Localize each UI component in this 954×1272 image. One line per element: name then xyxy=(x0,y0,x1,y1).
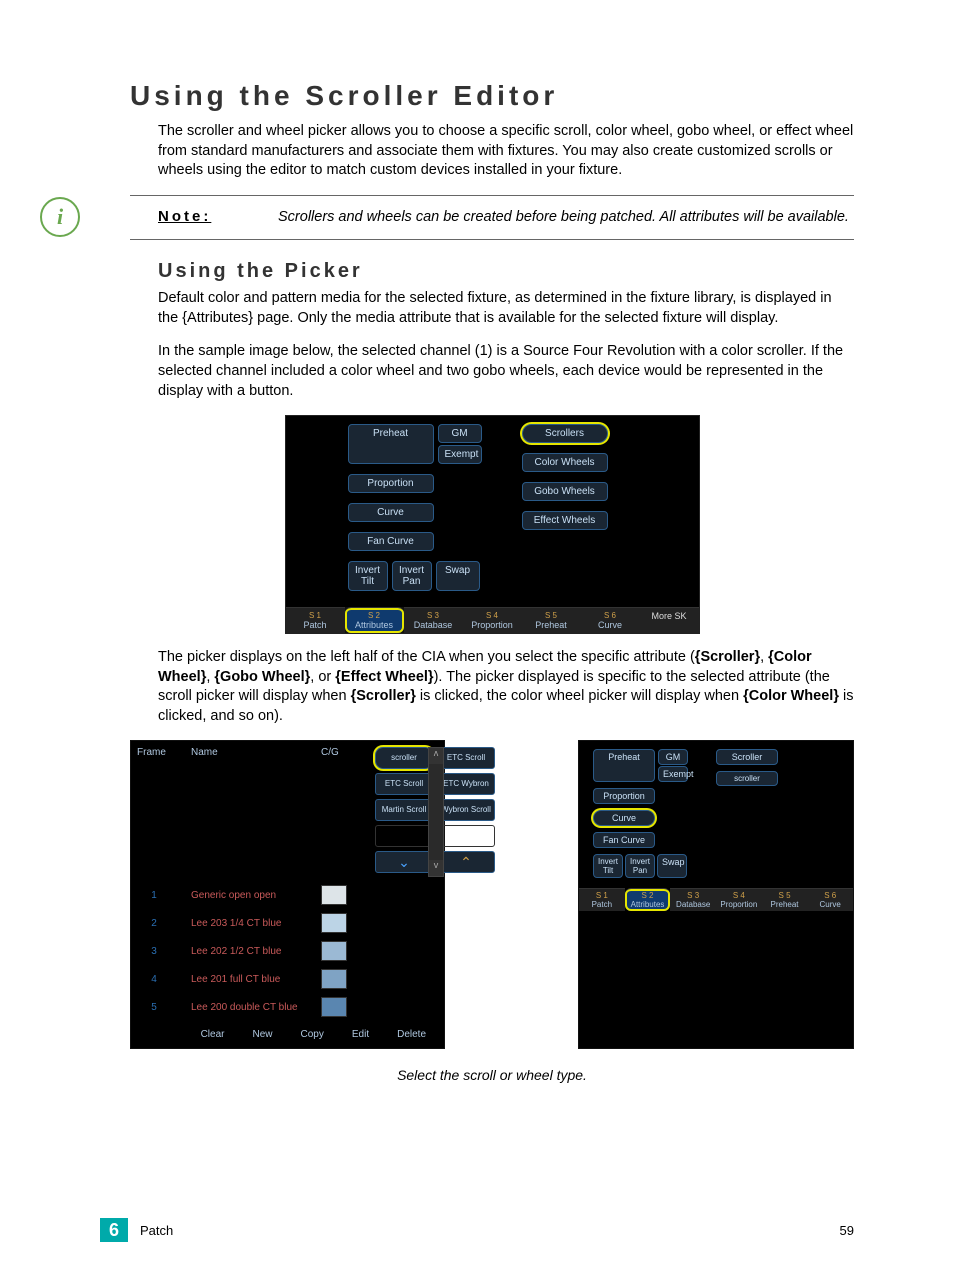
col-head-frame: Frame xyxy=(137,747,171,879)
page-footer: 6 Patch 59 xyxy=(100,1218,854,1242)
grid-scroller[interactable]: scroller xyxy=(375,747,433,769)
scroller-button[interactable]: Scroller xyxy=(716,749,778,765)
scroll-down-icon[interactable]: v xyxy=(429,860,443,876)
intro-paragraph: The scroller and wheel picker allows you… xyxy=(158,122,854,181)
grid-down-icon[interactable]: ⌄ xyxy=(375,851,433,873)
page-title: Using the Scroller Editor xyxy=(130,80,854,112)
table-row: 2Lee 203 1/4 CT blue xyxy=(131,909,444,937)
grid-empty2[interactable] xyxy=(437,825,495,847)
info-icon: i xyxy=(40,197,80,237)
exempt-button[interactable]: Exempt xyxy=(658,766,688,782)
copy-button[interactable]: Copy xyxy=(301,1029,324,1040)
gm-button[interactable]: GM xyxy=(438,424,482,443)
tab-s6[interactable]: S 6Curve xyxy=(581,607,640,633)
tab-s2[interactable]: S 2Attributes xyxy=(345,607,404,633)
col-head-cg: C/G xyxy=(321,747,355,879)
figure-picker-left: Frame Name C/G scroller ETC Scroll ETC S… xyxy=(130,740,445,1049)
scroll-up-icon[interactable]: ʌ xyxy=(429,748,443,764)
edit-button[interactable]: Edit xyxy=(352,1029,369,1040)
chapter-number: 6 xyxy=(100,1218,128,1242)
invert-pan-button[interactable]: Invert Pan xyxy=(392,561,432,591)
swap-button[interactable]: Swap xyxy=(436,561,480,591)
page-number: 59 xyxy=(840,1223,854,1238)
fancurve-button[interactable]: Fan Curve xyxy=(593,832,655,848)
proportion-button[interactable]: Proportion xyxy=(348,474,434,493)
delete-button[interactable]: Delete xyxy=(397,1029,426,1040)
paragraph-3: In the sample image below, the selected … xyxy=(158,342,854,401)
gm-button[interactable]: GM xyxy=(658,749,688,765)
invert-tilt-button[interactable]: Invert Tilt xyxy=(593,854,623,878)
tab-s1[interactable]: S 1Patch xyxy=(286,607,345,633)
figure-attributes-screen: Preheat GM Exempt Proportion Curve Fan C… xyxy=(285,415,700,634)
curve-button[interactable]: Curve xyxy=(348,503,434,522)
tab-s4[interactable]: S 4Proportion xyxy=(463,607,522,633)
new-button[interactable]: New xyxy=(252,1029,272,1040)
preheat-button[interactable]: Preheat xyxy=(348,424,434,464)
preheat-button[interactable]: Preheat xyxy=(593,749,655,782)
scrollers-button[interactable]: Scrollers xyxy=(522,424,608,443)
note-text: Scrollers and wheels can be created befo… xyxy=(278,208,849,228)
grid-martin[interactable]: Martin Scroll xyxy=(375,799,433,821)
figure-picker-right: Preheat GM Exempt Proportion Curve Fan C… xyxy=(578,740,854,1049)
col-head-name: Name xyxy=(191,747,301,879)
tab-s4[interactable]: S 4Proportion xyxy=(716,888,762,911)
gobo-wheels-button[interactable]: Gobo Wheels xyxy=(522,482,608,501)
paragraph-2: Default color and pattern media for the … xyxy=(158,289,854,328)
tab-s6[interactable]: S 6Curve xyxy=(807,888,853,911)
effect-wheels-button[interactable]: Effect Wheels xyxy=(522,511,608,530)
table-row: 5Lee 200 double CT blue xyxy=(131,993,444,1021)
curve-button[interactable]: Curve xyxy=(593,810,655,826)
paragraph-4: The picker displays on the left half of … xyxy=(158,648,854,726)
note-block: i Note: Scrollers and wheels can be crea… xyxy=(130,195,854,241)
swap-button[interactable]: Swap xyxy=(657,854,687,878)
tab-s3[interactable]: S 3Database xyxy=(670,888,716,911)
scrollbar[interactable]: ʌ v xyxy=(428,747,444,877)
invert-pan-button[interactable]: Invert Pan xyxy=(625,854,655,878)
table-row: 3Lee 202 1/2 CT blue xyxy=(131,937,444,965)
grid-wybron1[interactable]: ETC Wybron xyxy=(437,773,495,795)
grid-wybron2[interactable]: Wybron Scroll xyxy=(437,799,495,821)
tab-s5[interactable]: S 5Preheat xyxy=(522,607,581,633)
tab-s1[interactable]: S 1Patch xyxy=(579,888,625,911)
tab-s5[interactable]: S 5Preheat xyxy=(762,888,808,911)
table-row: 1Generic open open xyxy=(131,881,444,909)
proportion-button[interactable]: Proportion xyxy=(593,788,655,804)
scroller2-button[interactable]: scroller xyxy=(716,771,778,786)
grid-up-icon[interactable]: ⌃ xyxy=(437,851,495,873)
chapter-name: Patch xyxy=(140,1223,173,1238)
fancurve-button[interactable]: Fan Curve xyxy=(348,532,434,551)
clear-button[interactable]: Clear xyxy=(201,1029,225,1040)
invert-tilt-button[interactable]: Invert Tilt xyxy=(348,561,388,591)
tab-s3[interactable]: S 3Database xyxy=(404,607,463,633)
color-wheels-button[interactable]: Color Wheels xyxy=(522,453,608,472)
grid-empty1[interactable] xyxy=(375,825,433,847)
tab-s2[interactable]: S 2Attributes xyxy=(625,888,671,911)
subheading-picker: Using the Picker xyxy=(158,260,854,283)
tab-more[interactable]: More SK xyxy=(640,607,699,633)
note-label: Note: xyxy=(158,208,278,225)
figure-caption: Select the scroll or wheel type. xyxy=(130,1067,854,1083)
table-row: 4Lee 201 full CT blue xyxy=(131,965,444,993)
exempt-button[interactable]: Exempt xyxy=(438,445,482,464)
grid-etc2[interactable]: ETC Scroll xyxy=(375,773,433,795)
grid-etc1[interactable]: ETC Scroll xyxy=(437,747,495,769)
